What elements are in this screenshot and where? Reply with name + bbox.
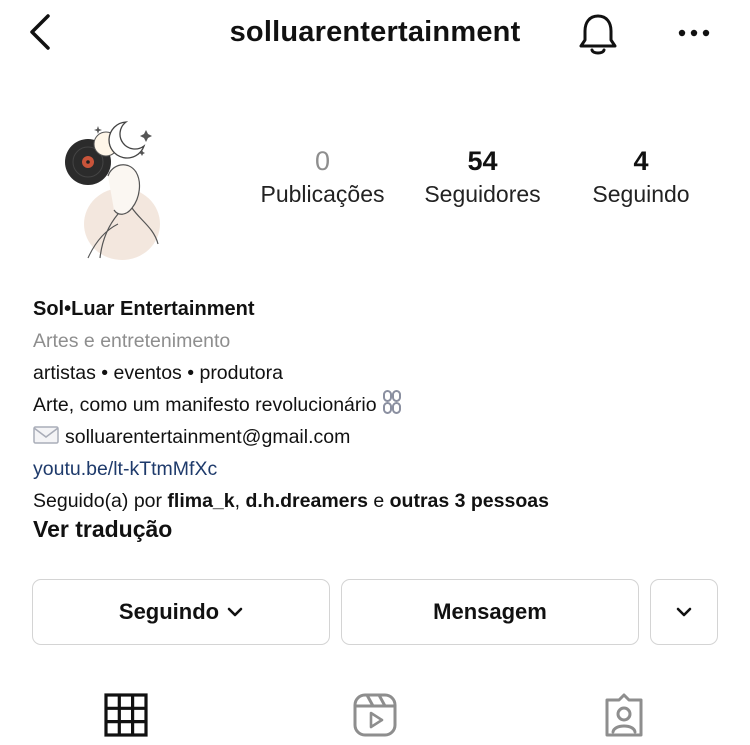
chevron-down-icon <box>227 607 243 617</box>
stat-followers[interactable]: 54 Seguidores <box>405 146 560 212</box>
followed-by-user-1[interactable]: flima_k <box>167 490 234 512</box>
followed-by-separator: , <box>234 490 246 512</box>
display-name: Sol•Luar Entertainment <box>33 298 255 320</box>
tagged-icon[interactable] <box>601 692 647 738</box>
posts-count: 0 <box>314 146 331 176</box>
following-label: Seguindo <box>592 181 690 207</box>
message-button-label: Mensagem <box>433 599 547 624</box>
suggested-accounts-button[interactable] <box>650 579 718 645</box>
bell-icon[interactable] <box>574 10 622 58</box>
following-count: 4 <box>633 146 649 176</box>
posts-label: Publicações <box>260 181 385 207</box>
stat-following[interactable]: 4 Seguindo <box>566 146 716 212</box>
more-options-icon[interactable] <box>674 18 714 48</box>
profile-bio: Sol•Luar Entertainment Artes e entreteni… <box>33 293 723 517</box>
stat-posts: 0 Publicações <box>245 146 400 212</box>
following-button[interactable]: Seguindo <box>32 579 330 645</box>
followed-by-user-2[interactable]: d.h.dreamers <box>245 490 367 512</box>
chain-icon <box>382 390 401 414</box>
followed-by-prefix: Seguido(a) por <box>33 490 168 512</box>
bio-line-2-row: Arte, como um manifesto revolucionário <box>33 389 723 421</box>
profile-username: solluarentertainment <box>229 16 521 48</box>
followed-by-others[interactable]: outras 3 pessoas <box>390 490 549 512</box>
category-label: Artes e entretenimento <box>33 330 231 352</box>
profile-avatar[interactable] <box>58 116 168 266</box>
following-button-label: Seguindo <box>118 599 220 624</box>
chevron-down-icon <box>676 607 692 617</box>
followed-by-and: e <box>367 490 390 512</box>
email-row: solluarentertainment@gmail.com <box>33 421 723 453</box>
envelope-icon <box>33 426 59 444</box>
see-translation-link[interactable]: Ver tradução <box>33 516 172 543</box>
profile-link[interactable]: youtu.be/lt-kTtmMfXc <box>33 453 723 485</box>
bio-line-2: Arte, como um manifesto revolucionário <box>33 394 377 416</box>
email-text[interactable]: solluarentertainment@gmail.com <box>65 426 350 448</box>
top-bar: solluarentertainment <box>0 0 750 70</box>
followers-label: Seguidores <box>424 181 541 207</box>
reels-icon[interactable] <box>352 692 398 738</box>
followed-by[interactable]: Seguido(a) por flima_k, d.h.dreamers e o… <box>33 485 723 517</box>
message-button[interactable]: Mensagem <box>341 579 639 645</box>
grid-icon[interactable] <box>103 692 149 738</box>
followers-count: 54 <box>467 146 498 176</box>
bio-line-1: artistas • eventos • produtora <box>33 362 283 384</box>
